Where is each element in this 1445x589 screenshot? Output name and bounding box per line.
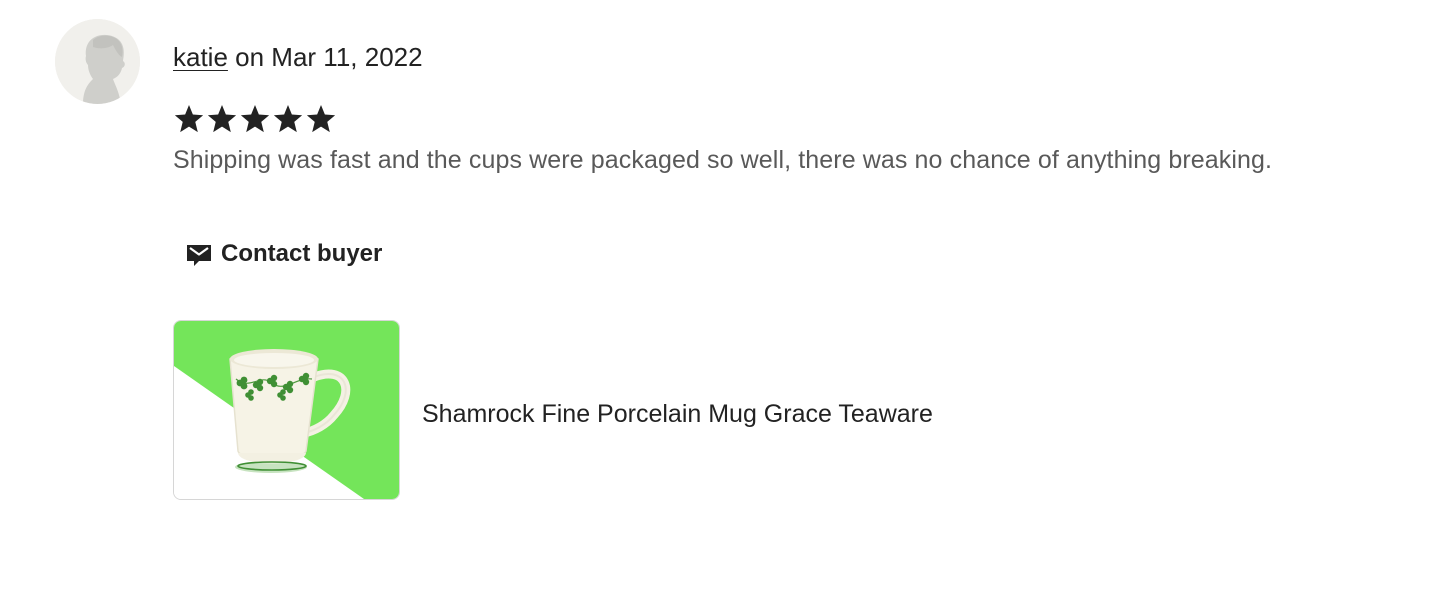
review-byline: katie on Mar 11, 2022 [173, 40, 423, 74]
star-filled-icon [207, 105, 237, 133]
star-filled-icon [273, 105, 303, 133]
review-text: Shipping was fast and the cups were pack… [173, 146, 1273, 174]
date-prefix: on [227, 42, 272, 72]
product-thumbnail[interactable] [173, 320, 400, 500]
review-date: Mar 11, 2022 [271, 42, 423, 72]
avatar [55, 19, 140, 104]
star-filled-icon [306, 105, 336, 133]
contact-buyer-button[interactable]: Contact buyer [173, 232, 394, 276]
star-filled-icon [174, 105, 204, 133]
product-title-link[interactable]: Shamrock Fine Porcelain Mug Grace Teawar… [422, 397, 933, 431]
star-filled-icon [240, 105, 270, 133]
contact-buyer-label: Contact buyer [221, 240, 383, 267]
mug-photo-icon [174, 321, 399, 499]
default-user-icon [55, 19, 140, 104]
reviewer-name-link[interactable]: katie [173, 42, 228, 72]
mail-icon [187, 245, 211, 266]
star-rating [173, 102, 337, 136]
